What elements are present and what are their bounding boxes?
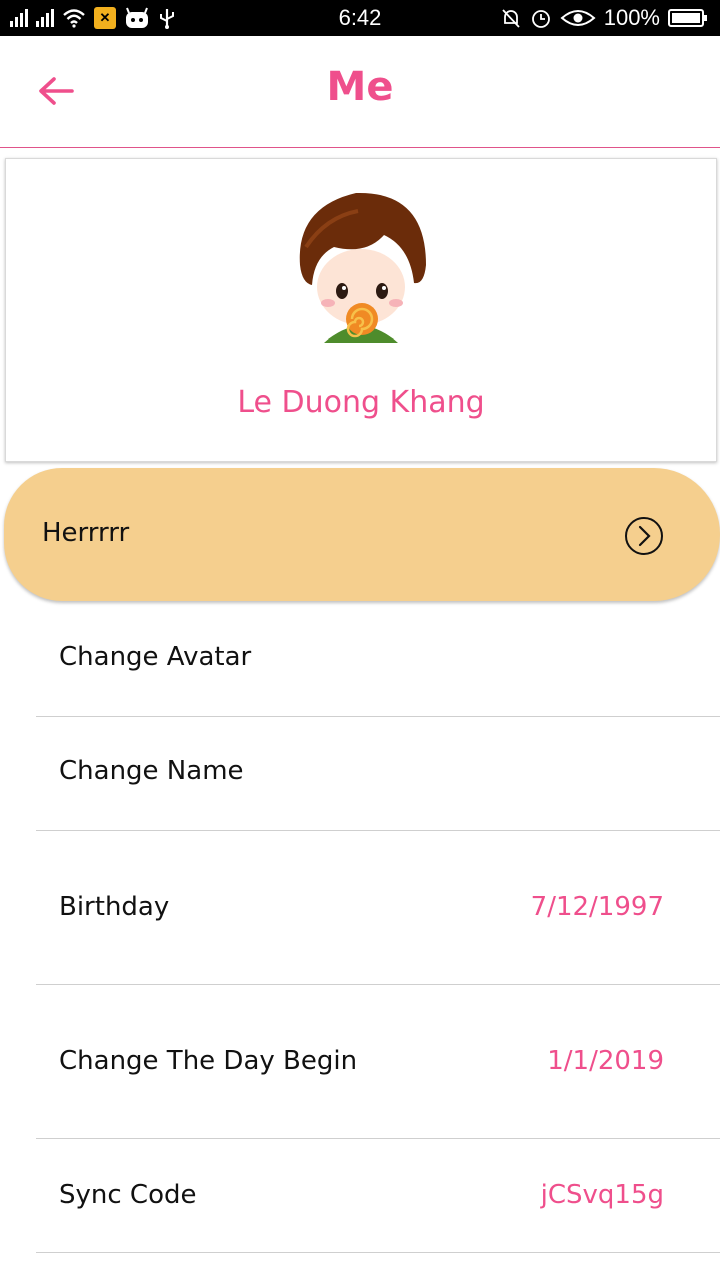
battery-percent: 100% — [603, 5, 660, 30]
mute-icon — [500, 7, 522, 29]
battery-icon — [668, 8, 708, 28]
profile-card: Le Duong Khang — [5, 158, 717, 462]
profile-name: Le Duong Khang — [237, 385, 485, 420]
day-begin-value: 1/1/2019 — [547, 1046, 664, 1076]
setting-row-day-begin[interactable]: Change The Day Begin 1/1/2019 — [36, 984, 720, 1139]
status-bar: ✕ 6:42 100% — [0, 0, 720, 36]
birthday-value: 7/12/1997 — [530, 892, 664, 922]
setting-label: Birthday — [59, 892, 170, 922]
setting-row-sync-code[interactable]: Sync Code jCSvq15g — [36, 1138, 720, 1253]
chevron-right-circle-icon[interactable] — [624, 516, 664, 556]
avatar[interactable] — [286, 187, 436, 347]
setting-row-change-avatar[interactable]: Change Avatar — [36, 602, 720, 717]
setting-row-change-name[interactable]: Change Name — [36, 716, 720, 831]
highlight-row[interactable]: Herrrrr — [4, 468, 720, 601]
alarm-icon — [530, 7, 552, 29]
setting-label: Sync Code — [59, 1180, 197, 1210]
app-header: Me — [0, 36, 720, 148]
sync-code-value: jCSvq15g — [540, 1180, 664, 1210]
highlight-label: Herrrrr — [42, 518, 130, 548]
setting-label: Change The Day Begin — [59, 1046, 358, 1076]
setting-label: Change Avatar — [59, 642, 252, 672]
eye-icon — [560, 8, 596, 28]
page-title: Me — [326, 64, 394, 110]
setting-row-birthday[interactable]: Birthday 7/12/1997 — [36, 830, 720, 985]
setting-label: Change Name — [59, 756, 244, 786]
